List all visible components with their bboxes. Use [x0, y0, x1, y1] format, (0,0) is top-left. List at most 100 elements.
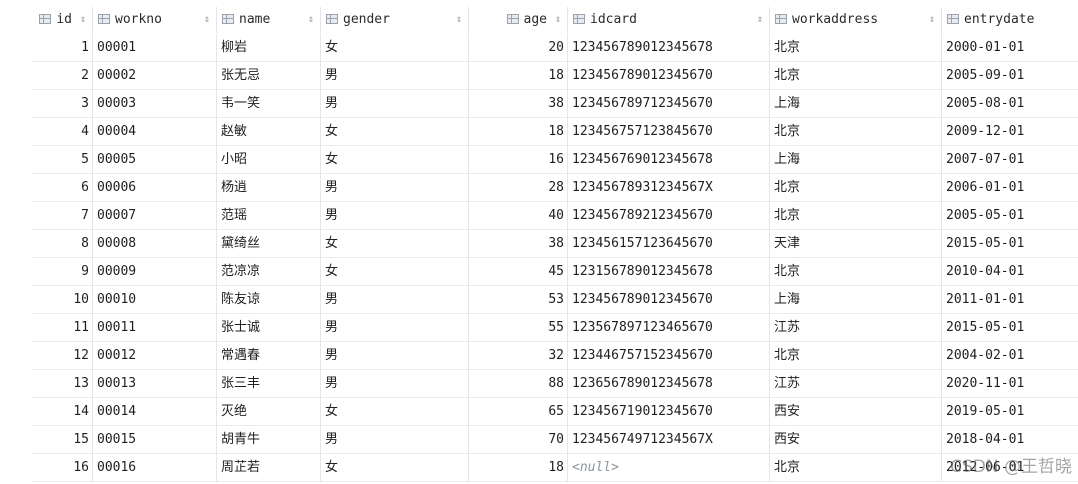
cell-entrydate[interactable]: 2015-05-01 — [942, 230, 1078, 258]
cell-age[interactable]: 88 — [469, 370, 568, 398]
cell-workno[interactable]: 00016 — [93, 454, 217, 482]
cell-entrydate[interactable]: 2018-04-01 — [942, 426, 1078, 454]
cell-name[interactable]: 范凉凉 — [217, 258, 321, 286]
cell-id[interactable]: 5 — [31, 146, 93, 174]
cell-workno[interactable]: 00001 — [93, 34, 217, 62]
cell-entrydate[interactable]: 2005-09-01 — [942, 62, 1078, 90]
cell-gender[interactable]: 男 — [321, 286, 469, 314]
cell-id[interactable]: 14 — [31, 398, 93, 426]
cell-age[interactable]: 70 — [469, 426, 568, 454]
cell-gender[interactable]: 男 — [321, 314, 469, 342]
cell-id[interactable]: 4 — [31, 118, 93, 146]
cell-gender[interactable]: 女 — [321, 454, 469, 482]
sort-icon[interactable]: ⇕ — [929, 7, 935, 33]
cell-workaddress[interactable]: 北京 — [770, 118, 942, 146]
cell-idcard[interactable]: 12345674971234567X — [568, 426, 770, 454]
cell-workaddress[interactable]: 北京 — [770, 62, 942, 90]
cell-workaddress[interactable]: 上海 — [770, 286, 942, 314]
cell-gender[interactable]: 女 — [321, 146, 469, 174]
column-header-age[interactable]: age ⇕ — [469, 7, 568, 33]
cell-gender[interactable]: 男 — [321, 174, 469, 202]
cell-age[interactable]: 65 — [469, 398, 568, 426]
cell-id[interactable]: 13 — [31, 370, 93, 398]
cell-name[interactable]: 胡青牛 — [217, 426, 321, 454]
cell-age[interactable]: 20 — [469, 34, 568, 62]
cell-gender[interactable]: 男 — [321, 90, 469, 118]
cell-age[interactable]: 32 — [469, 342, 568, 370]
cell-id[interactable]: 11 — [31, 314, 93, 342]
cell-id[interactable]: 16 — [31, 454, 93, 482]
cell-gender[interactable]: 男 — [321, 370, 469, 398]
cell-age[interactable]: 18 — [469, 454, 568, 482]
cell-name[interactable]: 范瑶 — [217, 202, 321, 230]
cell-gender[interactable]: 男 — [321, 62, 469, 90]
cell-idcard[interactable]: 123156789012345678 — [568, 258, 770, 286]
cell-age[interactable]: 53 — [469, 286, 568, 314]
cell-workaddress[interactable]: 北京 — [770, 174, 942, 202]
cell-workaddress[interactable]: 北京 — [770, 454, 942, 482]
sort-icon[interactable]: ⇕ — [555, 7, 561, 33]
cell-name[interactable]: 杨逍 — [217, 174, 321, 202]
cell-age[interactable]: 55 — [469, 314, 568, 342]
cell-id[interactable]: 10 — [31, 286, 93, 314]
cell-name[interactable]: 张无忌 — [217, 62, 321, 90]
cell-gender[interactable]: 女 — [321, 34, 469, 62]
cell-idcard[interactable]: 123456757123845670 — [568, 118, 770, 146]
cell-idcard[interactable]: 123446757152345670 — [568, 342, 770, 370]
cell-gender[interactable]: 女 — [321, 258, 469, 286]
cell-gender[interactable]: 男 — [321, 342, 469, 370]
sort-icon[interactable]: ⇕ — [308, 7, 314, 33]
cell-workno[interactable]: 00013 — [93, 370, 217, 398]
cell-workno[interactable]: 00008 — [93, 230, 217, 258]
cell-id[interactable]: 9 — [31, 258, 93, 286]
cell-idcard[interactable]: 123456789012345670 — [568, 286, 770, 314]
cell-workno[interactable]: 00004 — [93, 118, 217, 146]
cell-entrydate[interactable]: 2006-01-01 — [942, 174, 1078, 202]
column-header-entrydate[interactable]: entrydate⇕ — [942, 7, 1078, 33]
cell-name[interactable]: 赵敏 — [217, 118, 321, 146]
cell-workno[interactable]: 00009 — [93, 258, 217, 286]
cell-idcard[interactable]: 12345678931234567X — [568, 174, 770, 202]
cell-idcard[interactable]: 123456789012345670 — [568, 62, 770, 90]
cell-age[interactable]: 38 — [469, 230, 568, 258]
cell-entrydate[interactable]: 2004-02-01 — [942, 342, 1078, 370]
cell-gender[interactable]: 女 — [321, 398, 469, 426]
cell-idcard[interactable]: 123456789712345670 — [568, 90, 770, 118]
cell-workno[interactable]: 00014 — [93, 398, 217, 426]
cell-workaddress[interactable]: 北京 — [770, 202, 942, 230]
cell-idcard[interactable]: <null> — [568, 454, 770, 482]
cell-workaddress[interactable]: 北京 — [770, 258, 942, 286]
cell-idcard[interactable]: 123567897123465670 — [568, 314, 770, 342]
cell-age[interactable]: 16 — [469, 146, 568, 174]
cell-workno[interactable]: 00006 — [93, 174, 217, 202]
cell-entrydate[interactable]: 2019-05-01 — [942, 398, 1078, 426]
cell-workno[interactable]: 00007 — [93, 202, 217, 230]
cell-workaddress[interactable]: 北京 — [770, 34, 942, 62]
cell-gender[interactable]: 男 — [321, 426, 469, 454]
cell-name[interactable]: 张士诚 — [217, 314, 321, 342]
cell-id[interactable]: 3 — [31, 90, 93, 118]
cell-workno[interactable]: 00011 — [93, 314, 217, 342]
cell-name[interactable]: 黛绮丝 — [217, 230, 321, 258]
cell-id[interactable]: 8 — [31, 230, 93, 258]
cell-workno[interactable]: 00003 — [93, 90, 217, 118]
cell-entrydate[interactable]: 2007-07-01 — [942, 146, 1078, 174]
column-header-workaddress[interactable]: workaddress ⇕ — [770, 7, 942, 33]
cell-entrydate[interactable]: 2005-08-01 — [942, 90, 1078, 118]
cell-workaddress[interactable]: 上海 — [770, 146, 942, 174]
cell-entrydate[interactable]: 2011-01-01 — [942, 286, 1078, 314]
cell-idcard[interactable]: 123456769012345678 — [568, 146, 770, 174]
cell-name[interactable]: 周芷若 — [217, 454, 321, 482]
cell-age[interactable]: 18 — [469, 118, 568, 146]
cell-age[interactable]: 28 — [469, 174, 568, 202]
column-header-workno[interactable]: workno ⇕ — [93, 7, 217, 33]
cell-entrydate[interactable]: 2010-04-01 — [942, 258, 1078, 286]
cell-id[interactable]: 15 — [31, 426, 93, 454]
cell-entrydate[interactable]: 2020-11-01 — [942, 370, 1078, 398]
sort-icon[interactable]: ⇕ — [204, 7, 210, 33]
cell-name[interactable]: 常遇春 — [217, 342, 321, 370]
cell-idcard[interactable]: 123456789212345670 — [568, 202, 770, 230]
cell-age[interactable]: 45 — [469, 258, 568, 286]
cell-entrydate[interactable]: 2009-12-01 — [942, 118, 1078, 146]
cell-id[interactable]: 6 — [31, 174, 93, 202]
